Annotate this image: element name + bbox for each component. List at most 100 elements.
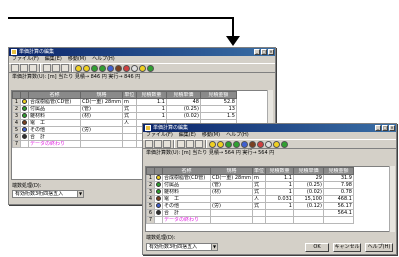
col-header-unit[interactable]: 単位 (121, 91, 137, 99)
chevron-down-icon[interactable]: ▼ (77, 191, 83, 197)
item-amount[interactable]: 0.78 (322, 188, 354, 196)
col-header-price[interactable]: 見積単価 (292, 167, 324, 175)
ok-button[interactable]: OK (305, 243, 329, 252)
save-icon[interactable] (163, 140, 171, 148)
item-type-6-icon[interactable] (249, 140, 256, 148)
col-header-amount[interactable]: 見積金額 (322, 167, 354, 175)
item-type-3-icon[interactable] (91, 64, 98, 72)
item-unit[interactable]: 人 (251, 195, 266, 203)
item-unit[interactable] (251, 209, 266, 217)
row-type-icon[interactable] (154, 195, 163, 203)
row-number[interactable]: 2 (12, 105, 21, 113)
item-unit[interactable]: m (121, 98, 137, 106)
item-spec[interactable] (80, 133, 123, 141)
item-amount[interactable]: 13 (199, 105, 237, 113)
table-row[interactable]: 7 データの終わり (146, 216, 354, 224)
chevron-down-icon[interactable]: ▼ (211, 244, 217, 250)
menu-move[interactable]: 移動(M) (202, 132, 220, 139)
row-type-icon[interactable] (20, 126, 29, 134)
row-type-icon[interactable] (20, 119, 29, 127)
item-qty[interactable] (264, 209, 294, 217)
table-row[interactable]: 2 付属品 (管) 式 1 (0.25) 13 (12, 105, 237, 113)
item-type-1-icon[interactable] (75, 64, 82, 72)
menu-file[interactable]: ファイル(F) (146, 132, 173, 139)
item-price[interactable]: 29 (292, 174, 324, 182)
save-icon[interactable] (29, 64, 37, 72)
item-name[interactable]: 雑材料 (28, 112, 81, 120)
item-unit[interactable] (251, 216, 266, 224)
minimize-icon[interactable]: _ (375, 125, 381, 131)
table-row[interactable]: 1 合成樹脂管(CD管) CD(一重) 28mm m 1.1 48 52.8 (12, 98, 237, 106)
item-qty[interactable]: 1.1 (135, 98, 167, 106)
col-header-qty[interactable]: 見積数量 (135, 91, 167, 99)
col-header-icon[interactable] (20, 91, 29, 99)
open-icon[interactable] (154, 140, 162, 148)
item-amount[interactable]: 564.1 (322, 209, 354, 217)
item-spec[interactable]: (管) (210, 181, 253, 189)
table-row[interactable]: 6 合 計 564.1 (146, 209, 354, 217)
table-row[interactable]: 3 雑材料 (材) 式 1 (0.02) 0.78 (146, 188, 354, 196)
item-type-8-icon[interactable] (265, 140, 272, 148)
item-amount[interactable]: 468.1 (322, 195, 354, 203)
col-header-name[interactable]: 名称 (28, 91, 81, 99)
item-name[interactable]: 付属品 (28, 105, 81, 113)
row-number[interactable]: 3 (146, 188, 155, 196)
item-qty[interactable]: 1 (264, 188, 294, 196)
menu-edit[interactable]: 編集(E) (45, 56, 62, 63)
item-name[interactable]: 雑材料 (162, 188, 211, 196)
item-unit[interactable] (121, 126, 137, 134)
col-header-spec[interactable]: 規格 (80, 91, 123, 99)
item-price[interactable]: (0.02) (165, 112, 201, 120)
item-qty[interactable]: 1 (135, 112, 167, 120)
table-row[interactable]: 5 その他 (労) 式 1 (0.12) 56.17 (146, 202, 354, 210)
close-icon[interactable]: × (268, 49, 274, 55)
item-spec[interactable]: CD(一重) 28mm (210, 174, 253, 182)
maximize-icon[interactable]: □ (382, 125, 388, 131)
item-name[interactable]: 付属品 (162, 181, 211, 189)
item-spec[interactable] (80, 119, 123, 127)
item-spec[interactable]: (管) (80, 105, 123, 113)
row-number[interactable]: 1 (146, 174, 155, 182)
item-price[interactable]: (0.25) (292, 181, 324, 189)
item-type-4-icon[interactable] (99, 64, 106, 72)
item-name[interactable]: 電 工 (162, 195, 211, 203)
item-spec[interactable]: (材) (210, 188, 253, 196)
col-header-icon[interactable] (154, 167, 163, 175)
item-qty[interactable]: 1 (264, 202, 294, 210)
item-qty[interactable] (264, 216, 294, 224)
item-amount[interactable]: 7.98 (322, 181, 354, 189)
item-spec[interactable]: (労) (80, 126, 123, 134)
row-number[interactable]: 5 (146, 202, 155, 210)
item-name[interactable]: 合 計 (162, 209, 211, 217)
cancel-button[interactable]: キャンセル (333, 243, 361, 252)
col-header-qty[interactable]: 見積数量 (264, 167, 294, 175)
item-spec[interactable] (210, 216, 253, 224)
open-icon[interactable] (20, 64, 28, 72)
col-header-unit[interactable]: 単位 (251, 167, 266, 175)
table-row[interactable]: 3 雑材料 (材) 式 1 (0.02) 1.5 (12, 112, 237, 120)
item-unit[interactable] (121, 140, 137, 148)
maximize-icon[interactable]: □ (261, 49, 267, 55)
new-icon[interactable] (145, 140, 153, 148)
item-qty[interactable]: 0.031 (264, 195, 294, 203)
minimize-icon[interactable]: _ (254, 49, 260, 55)
item-price[interactable] (292, 209, 324, 217)
item-type-5-icon[interactable] (241, 140, 248, 148)
item-price[interactable]: 15,100 (292, 195, 324, 203)
row-type-icon[interactable] (20, 105, 29, 113)
item-amount[interactable]: 1.5 (199, 112, 237, 120)
help-button[interactable]: ヘルプ(H) (365, 243, 393, 252)
item-price[interactable] (292, 216, 324, 224)
new-icon[interactable] (11, 64, 19, 72)
table-row[interactable]: 2 付属品 (管) 式 1 (0.25) 7.98 (146, 181, 354, 189)
menu-file[interactable]: ファイル(F) (12, 56, 39, 63)
cut-icon[interactable] (43, 64, 51, 72)
row-number[interactable]: 4 (12, 119, 21, 127)
row-number[interactable]: 7 (146, 216, 155, 224)
item-unit[interactable]: 式 (251, 188, 266, 196)
table-row[interactable]: 4 電 工 人 0.031 15,100 468.1 (146, 195, 354, 203)
item-price[interactable]: (0.12) (292, 202, 324, 210)
item-unit[interactable]: 人 (121, 119, 137, 127)
paste-icon[interactable] (61, 64, 69, 72)
item-unit[interactable]: 式 (121, 105, 137, 113)
